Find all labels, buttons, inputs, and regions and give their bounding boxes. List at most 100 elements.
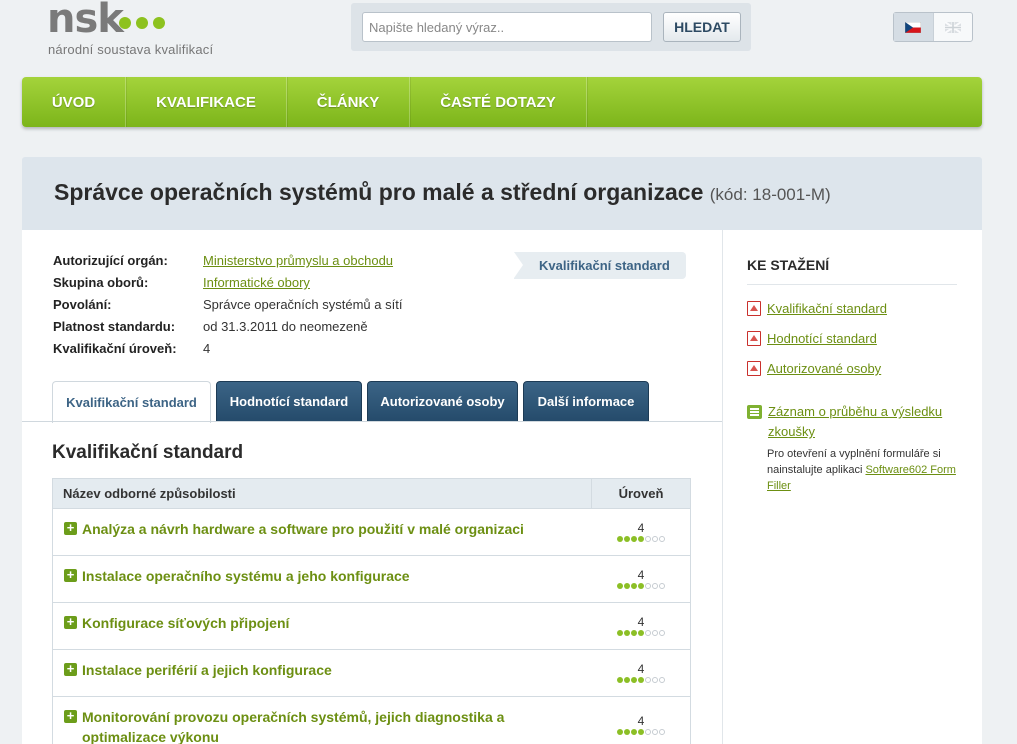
logo-subtitle: národní soustava kvalifikací <box>48 42 214 57</box>
level-indicator <box>592 583 690 589</box>
meta-row-level: Kvalifikační úroveň: 4 <box>53 341 402 363</box>
level-dot-filled <box>638 677 644 683</box>
competency-name-cell[interactable]: + Instalace periférií a jejich konfigurac… <box>53 650 592 696</box>
level-number: 4 <box>637 615 645 629</box>
table-row[interactable]: + Konfigurace síťových připojení 4 <box>53 603 690 650</box>
expand-plus-icon[interactable]: + <box>64 615 77 629</box>
pdf-icon <box>747 331 761 346</box>
tab-hodnotici-standard[interactable]: Hodnotící standard <box>216 381 362 422</box>
nav-item-kvalifikace[interactable]: KVALIFIKACE <box>126 77 287 127</box>
logo-text: nsk <box>47 0 124 42</box>
nav-item-caste-dotazy[interactable]: ČASTÉ DOTAZY <box>410 77 587 127</box>
level-dot-filled <box>638 729 644 735</box>
level-dot-filled <box>617 677 623 683</box>
form-icon <box>747 405 762 419</box>
sidebar-title: KE STAŽENÍ <box>747 257 830 273</box>
language-cs[interactable] <box>894 13 933 41</box>
competency-name[interactable]: Monitorování provozu operačních systémů,… <box>82 707 582 744</box>
competency-name-cell[interactable]: + Analýza a návrh hardware a software pro… <box>53 509 592 555</box>
competency-name[interactable]: Konfigurace síťových připojení <box>82 613 289 633</box>
pdf-icon <box>747 301 761 316</box>
competency-name-cell[interactable]: + Instalace operačního systému a jeho kon… <box>53 556 592 602</box>
level-cell: 4 <box>592 556 690 602</box>
level-dot-filled <box>631 583 637 589</box>
nav-item-uvod[interactable]: ÚVOD <box>22 77 126 127</box>
tab-autorizovane-osoby[interactable]: Autorizované osoby <box>367 381 518 422</box>
meta-label: Kvalifikační úroveň: <box>53 341 177 356</box>
level-dot-filled <box>638 536 644 542</box>
meta-row-group: Skupina oborů: Informatické obory <box>53 275 402 297</box>
competency-name-cell[interactable]: + Konfigurace síťových připojení <box>53 603 592 649</box>
level-dot-empty <box>652 677 658 683</box>
qualification-meta: Autorizující orgán: Ministerstvo průmysl… <box>53 253 402 363</box>
table-body: + Analýza a návrh hardware a software pro… <box>53 509 690 744</box>
qualification-code: (kód: 18-001-M) <box>709 185 831 204</box>
form-filler-note: Pro otevření a vyplnění formuláře si nai… <box>767 446 957 494</box>
main-panel: Autorizující orgán: Ministerstvo průmysl… <box>22 230 722 744</box>
download-link-kvalifikacni-standard[interactable]: Kvalifikační standard <box>767 301 887 316</box>
nav-item-clanky[interactable]: ČLÁNKY <box>287 77 410 127</box>
level-cell: 4 <box>592 603 690 649</box>
level-cell: 4 <box>592 697 690 744</box>
page-title: Správce operačních systémů pro malé a st… <box>54 179 831 206</box>
tab-kvalifikacni-standard[interactable]: Kvalifikační standard <box>52 381 211 423</box>
language-en[interactable] <box>932 13 973 41</box>
competency-name[interactable]: Analýza a návrh hardware a software pro … <box>82 519 524 539</box>
level-dot-filled <box>617 536 623 542</box>
table-row[interactable]: + Analýza a návrh hardware a software pro… <box>53 509 690 556</box>
tab-dalsi-informace[interactable]: Další informace <box>523 381 649 422</box>
exam-record-download[interactable]: Záznam o průběhu a výsledku zkoušky <box>747 402 962 442</box>
download-link-autorizovane-osoby[interactable]: Autorizované osoby <box>767 361 881 376</box>
expand-plus-icon[interactable]: + <box>64 662 77 676</box>
expand-plus-icon[interactable]: + <box>64 709 77 723</box>
level-dot-filled <box>631 729 637 735</box>
title-band: Správce operačních systémů pro malé a st… <box>22 157 982 230</box>
level-indicator <box>592 729 690 735</box>
meta-label: Skupina oborů: <box>53 275 149 290</box>
level-dot-filled <box>624 536 630 542</box>
search-button[interactable]: HLEDAT <box>663 12 741 42</box>
section-title: Kvalifikační standard <box>52 442 244 463</box>
expand-plus-icon[interactable]: + <box>64 521 77 535</box>
level-dot-empty <box>659 677 665 683</box>
pdf-icon <box>747 361 761 376</box>
table-row[interactable]: + Monitorování provozu operačních systémů… <box>53 697 690 744</box>
logo-dots <box>119 16 170 34</box>
sidebar-divider <box>747 284 957 285</box>
competency-name[interactable]: Instalace periférií a jejich konfigurace <box>82 660 332 680</box>
level-dot-empty <box>645 536 651 542</box>
level-number: 4 <box>637 714 645 728</box>
standard-tabs: Kvalifikační standard Hodnotící standard… <box>52 381 654 423</box>
field-group-link[interactable]: Informatické obory <box>203 275 310 297</box>
search-input[interactable] <box>362 12 652 42</box>
download-item[interactable]: Autorizované osoby <box>747 361 881 376</box>
meta-label: Autorizující orgán: <box>53 253 168 268</box>
level-indicator <box>592 677 690 683</box>
meta-row-occupation: Povolání: Správce operačních systémů a s… <box>53 297 402 319</box>
level-cell: 4 <box>592 650 690 696</box>
competency-name[interactable]: Instalace operačního systému a jeho konf… <box>82 566 410 586</box>
table-row[interactable]: + Instalace periférií a jejich konfigurac… <box>53 650 690 697</box>
level-dot-empty <box>659 630 665 636</box>
column-header-level: Úroveň <box>618 486 664 501</box>
table-row[interactable]: + Instalace operačního systému a jeho kon… <box>53 556 690 603</box>
column-header-name: Název odborné způsobilosti <box>53 479 592 508</box>
download-link-hodnotici-standard[interactable]: Hodnotící standard <box>767 331 877 346</box>
site-logo[interactable]: nsk národní soustava kvalifikací <box>47 0 247 60</box>
exam-record-link[interactable]: Záznam o průběhu a výsledku zkoušky <box>768 402 962 442</box>
authority-link[interactable]: Ministerstvo průmyslu a obchodu <box>203 253 393 275</box>
level-dot-empty <box>645 729 651 735</box>
level-dot-empty <box>645 677 651 683</box>
level-dot-filled <box>638 630 644 636</box>
level-number: 4 <box>637 521 645 535</box>
level-dot-filled <box>631 630 637 636</box>
competency-name-cell[interactable]: + Monitorování provozu operačních systémů… <box>53 697 592 744</box>
level-indicator <box>592 630 690 636</box>
level-dot-filled <box>631 677 637 683</box>
download-item[interactable]: Kvalifikační standard <box>747 301 887 316</box>
uk-flag-icon <box>944 21 961 33</box>
expand-plus-icon[interactable]: + <box>64 568 77 582</box>
download-item[interactable]: Hodnotící standard <box>747 331 877 346</box>
level-dot-filled <box>624 677 630 683</box>
level-dot-empty <box>659 536 665 542</box>
